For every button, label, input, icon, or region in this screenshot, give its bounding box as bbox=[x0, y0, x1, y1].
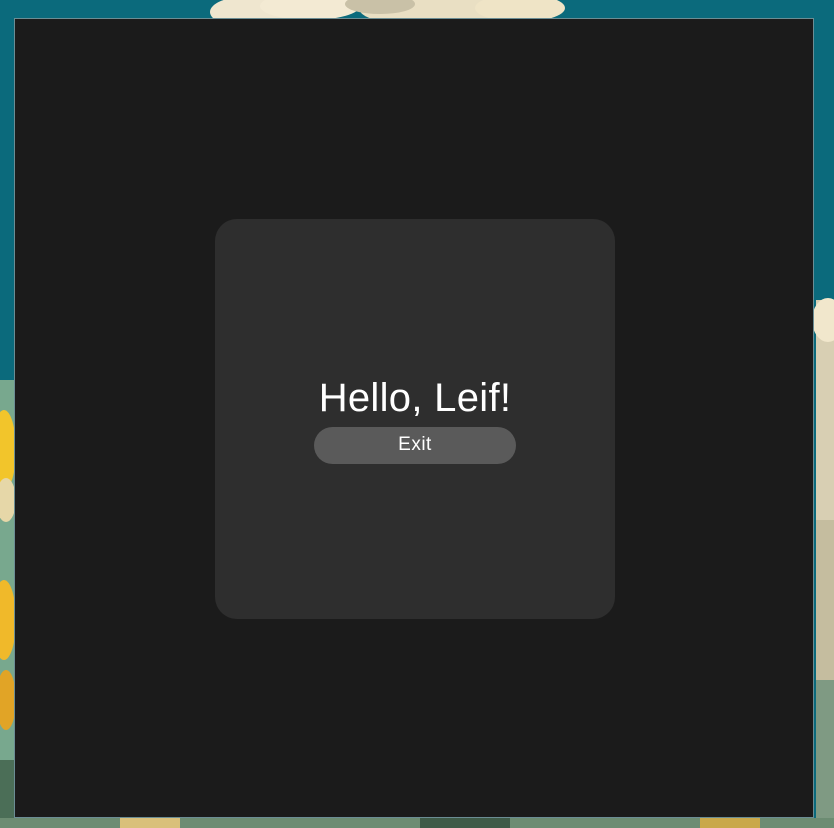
exit-button[interactable]: Exit bbox=[314, 426, 516, 464]
greeting-text: Hello, Leif! bbox=[318, 375, 512, 420]
greeting-card: Hello, Leif! Exit bbox=[215, 219, 615, 619]
app-window: Hello, Leif! Exit bbox=[14, 18, 814, 818]
